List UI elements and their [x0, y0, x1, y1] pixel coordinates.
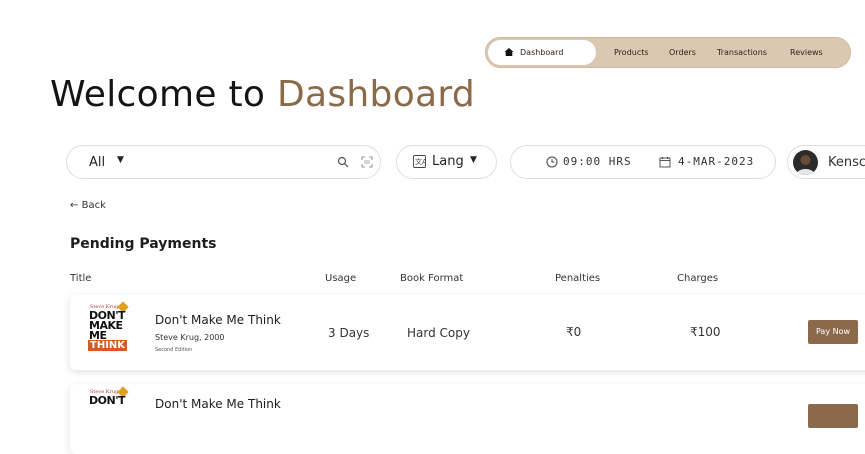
arrow-left-icon: ← [70, 200, 79, 211]
column-header-title: Title [70, 273, 92, 284]
usage-value: 3 Days [328, 326, 370, 340]
caret-down-icon: ▼ [470, 155, 477, 165]
user-profile[interactable]: Kensc [787, 145, 865, 179]
column-header-penalties: Penalties [555, 273, 601, 284]
date-text: 4-MAR-2023 [678, 155, 755, 168]
user-name: Kensc [828, 155, 865, 170]
back-link[interactable]: ← Back [70, 200, 106, 211]
book-cover: Steve Krug DON'T MAKE ME THINK [84, 301, 130, 358]
search-bar[interactable]: All ▼ [66, 145, 381, 179]
book-title: Don't Make Me Think [155, 397, 281, 411]
nav-transactions[interactable]: Transactions [717, 38, 767, 67]
datetime-display: 09:00 HRS 4-MAR-2023 [510, 145, 776, 179]
table-row: Steve Krug DON'T MAKE ME THINK Don't Mak… [70, 295, 865, 370]
calendar-icon [659, 157, 671, 168]
translate-icon: 文A [413, 155, 426, 168]
book-edition: Second Edition [155, 347, 193, 353]
home-icon [504, 48, 514, 56]
column-header-usage: Usage [325, 273, 357, 284]
page-title: Welcome to Dashboard [50, 74, 476, 115]
format-value: Hard Copy [407, 326, 470, 340]
penalty-value: ₹0 [566, 325, 582, 339]
table-row: Steve Krug DON'T Don't Make Me Think [70, 384, 865, 454]
caret-down-icon[interactable]: ▼ [117, 155, 124, 165]
column-header-format: Book Format [400, 273, 464, 284]
scan-icon[interactable] [361, 156, 373, 168]
top-nav: Dashboard Products Orders Transactions R… [485, 37, 851, 68]
search-icon[interactable] [337, 156, 349, 168]
book-title: Don't Make Me Think [155, 313, 281, 327]
clock-icon [546, 156, 558, 168]
nav-dashboard-label: Dashboard [520, 48, 564, 57]
book-cover: Steve Krug DON'T [84, 386, 130, 443]
filter-select[interactable]: All [89, 155, 105, 170]
book-author: Steve Krug, 2000 [155, 333, 225, 342]
time-text: 09:00 HRS [563, 155, 632, 168]
nav-reviews[interactable]: Reviews [790, 38, 823, 67]
language-select[interactable]: 文A Lang ▼ [396, 145, 497, 179]
nav-orders[interactable]: Orders [669, 38, 696, 67]
charge-value: ₹100 [690, 325, 721, 339]
nav-products[interactable]: Products [614, 38, 649, 67]
column-header-charges: Charges [677, 273, 719, 284]
section-title: Pending Payments [70, 236, 217, 252]
nav-dashboard[interactable]: Dashboard [488, 40, 596, 65]
language-label: Lang [432, 154, 464, 169]
svg-text:文A: 文A [415, 157, 426, 166]
pay-now-button[interactable]: Pay Now [808, 320, 858, 344]
avatar[interactable] [793, 150, 818, 175]
